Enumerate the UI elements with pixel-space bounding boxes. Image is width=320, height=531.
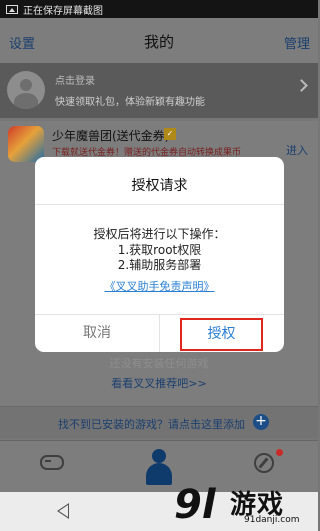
dialog-message: 授权后将进行以下操作：	[93, 227, 226, 241]
login-row[interactable]: 点击登录 快速领取礼包，体验新颖有趣功能	[0, 63, 318, 118]
dialog-title: 授权请求	[131, 178, 188, 194]
game-name: 少年魔兽团(送代金券)	[52, 129, 170, 143]
person-icon	[145, 449, 173, 489]
tab-games[interactable]	[30, 441, 76, 493]
notification-dot	[276, 449, 283, 456]
status-bar: 正在保存屏幕截图	[0, 0, 318, 18]
game-app-icon	[8, 126, 44, 162]
gamepad-icon	[40, 455, 64, 470]
watermark-mark: 9l	[174, 482, 216, 528]
empty-state-text: 还没有安装任何游戏	[109, 357, 209, 370]
authorization-dialog: 授权请求 授权后将进行以下操作： 1.获取root权限 2.辅助服务部署 《叉叉…	[35, 157, 284, 352]
disclaimer-link[interactable]: 《叉叉助手免责声明》	[35, 278, 284, 294]
screenshot-icon	[6, 4, 18, 14]
back-icon[interactable]	[57, 503, 69, 519]
cancel-button[interactable]: 取消	[35, 315, 159, 352]
watermark-logo: 9l 游戏 91danji.com	[174, 483, 314, 529]
plus-icon[interactable]: +	[253, 414, 269, 430]
status-text: 正在保存屏幕截图	[23, 5, 103, 17]
chevron-right-icon	[295, 79, 308, 92]
verified-badge-icon: ✓	[164, 128, 176, 140]
manage-button[interactable]: 管理	[284, 33, 310, 52]
compass-icon	[254, 453, 274, 473]
login-subtitle: 快速领取礼包，体验新颖有趣功能	[55, 97, 205, 108]
dialog-button-separator	[159, 314, 160, 352]
authorize-button[interactable]: 授权	[180, 318, 263, 351]
watermark-url: 91danji.com	[244, 515, 300, 525]
dialog-divider	[35, 204, 284, 205]
login-title: 点击登录	[55, 76, 95, 87]
add-game-bar[interactable]: 找不到已安装的游戏？请点击这里添加 +	[0, 406, 318, 438]
add-game-text: 找不到已安装的游戏？请点击这里添加	[58, 418, 245, 431]
page-title: 我的	[143, 33, 174, 51]
recommend-link[interactable]: 看看叉叉推荐吧>>	[0, 375, 318, 391]
enter-game-button[interactable]: 进入	[286, 142, 308, 158]
app-header: 设置 我的 管理	[0, 18, 318, 63]
avatar	[7, 71, 45, 109]
dialog-step-service: 2.辅助服务部署	[117, 258, 202, 272]
